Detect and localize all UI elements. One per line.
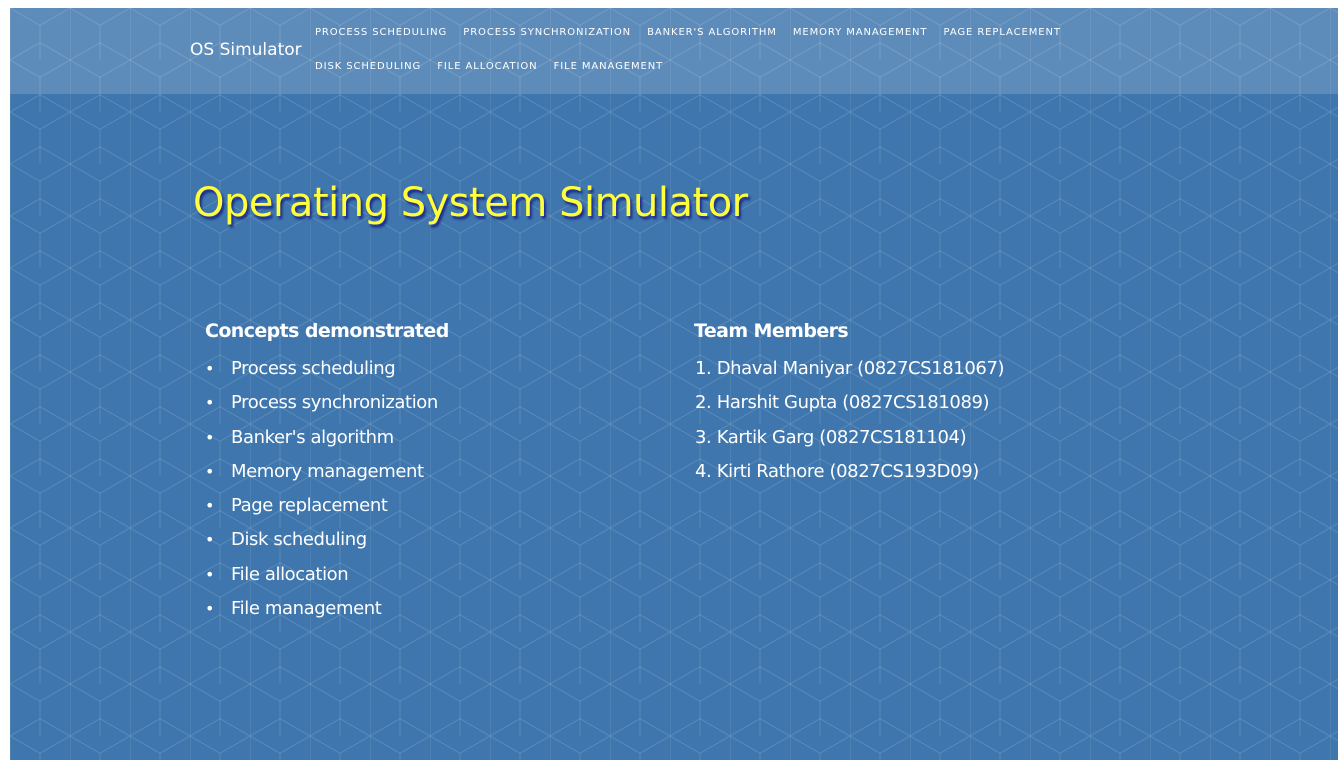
nav-link-process-scheduling[interactable]: PROCESS SCHEDULING xyxy=(315,24,447,42)
list-item: • Page replacement xyxy=(205,489,438,523)
bullet-icon: • xyxy=(205,461,215,481)
nav-link-bankers-algorithm[interactable]: BANKER'S ALGORITHM xyxy=(647,24,777,42)
concept-label: Disk scheduling xyxy=(231,529,367,551)
bullet-icon: • xyxy=(205,564,215,584)
list-item: • Process scheduling xyxy=(205,352,438,386)
team-member: 4. Kirti Rathore (0827CS193D09) xyxy=(695,460,979,482)
team-list: 1. Dhaval Maniyar (0827CS181067) 2. Hars… xyxy=(695,352,1005,489)
top-navbar: OS Simulator PROCESS SCHEDULING PROCESS … xyxy=(10,8,1338,94)
team-member: 1. Dhaval Maniyar (0827CS181067) xyxy=(695,358,1005,379)
page: OS Simulator PROCESS SCHEDULING PROCESS … xyxy=(10,8,1338,760)
concepts-heading: Concepts demonstrated xyxy=(205,320,449,342)
list-item: • Disk scheduling xyxy=(205,523,438,557)
nav-link-page-replacement[interactable]: PAGE REPLACEMENT xyxy=(944,24,1061,42)
bullet-icon: • xyxy=(205,599,215,619)
bullet-icon: • xyxy=(205,393,215,413)
page-title: Operating System Simulator xyxy=(193,180,748,226)
nav-link-file-management[interactable]: FILE MANAGEMENT xyxy=(554,58,664,76)
brand-link[interactable]: OS Simulator xyxy=(190,40,302,60)
bullet-icon: • xyxy=(205,359,215,378)
nav-link-disk-scheduling[interactable]: DISK SCHEDULING xyxy=(315,58,421,76)
team-member: 3. Kartik Garg (0827CS181104) xyxy=(695,426,967,448)
concept-label: Page replacement xyxy=(231,495,388,517)
concept-label: File management xyxy=(231,598,382,620)
list-item: • File allocation xyxy=(205,558,438,592)
list-item: • Process synchronization xyxy=(205,386,438,420)
concept-label: File allocation xyxy=(231,563,349,585)
nav-link-process-synchronization[interactable]: PROCESS SYNCHRONIZATION xyxy=(463,24,631,42)
list-item: • Banker's algorithm xyxy=(205,421,438,455)
team-heading: Team Members xyxy=(694,320,849,342)
concept-label: Process synchronization xyxy=(231,392,438,414)
concept-label: Banker's algorithm xyxy=(231,426,394,448)
nav-link-memory-management[interactable]: MEMORY MANAGEMENT xyxy=(793,24,928,42)
nav-link-file-allocation[interactable]: FILE ALLOCATION xyxy=(437,58,537,76)
bullet-icon: • xyxy=(205,427,215,447)
bullet-icon: • xyxy=(205,530,215,550)
team-member: 2. Harshit Gupta (0827CS181089) xyxy=(695,392,990,414)
list-item: • Memory management xyxy=(205,455,438,489)
nav-links: PROCESS SCHEDULING PROCESS SYNCHRONIZATI… xyxy=(315,24,1175,92)
bullet-icon: • xyxy=(205,496,215,516)
concept-label: Memory management xyxy=(231,460,424,482)
list-item: • File management xyxy=(205,592,438,626)
concepts-list: • Process scheduling • Process synchroniza… xyxy=(205,352,438,626)
concept-label: Process scheduling xyxy=(231,358,396,379)
